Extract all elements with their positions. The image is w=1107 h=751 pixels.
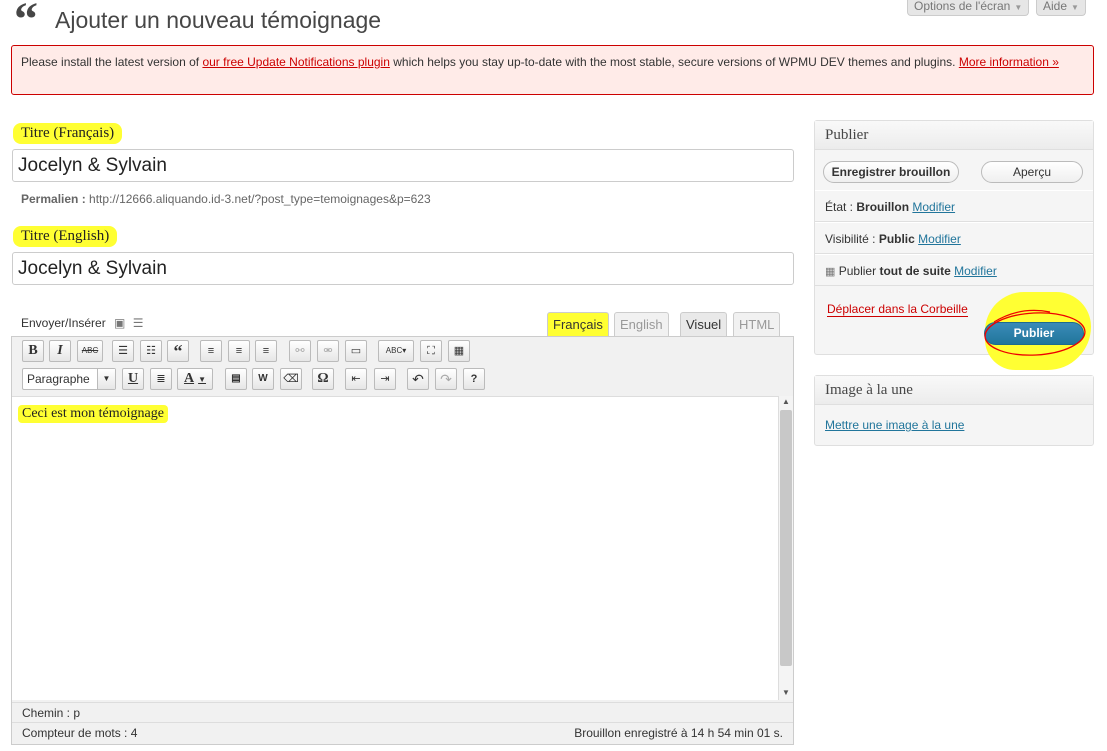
upload-label: Envoyer/Insérer (21, 316, 106, 330)
visibility-row: Visibilité : Public Modifier (815, 222, 1093, 254)
chevron-down-icon: ▼ (1014, 3, 1023, 12)
bold-button[interactable]: B (22, 340, 44, 362)
help-tab[interactable]: Aide ▼ (1036, 0, 1086, 16)
visibility-edit-link[interactable]: Modifier (918, 232, 961, 246)
path-value[interactable]: p (73, 706, 80, 720)
title-en-input[interactable]: Jocelyn & Sylvain (12, 252, 794, 285)
editor-content[interactable]: Ceci est mon témoignage (12, 396, 778, 700)
bullet-list-button[interactable]: ☰ (112, 340, 134, 362)
italic-button[interactable]: I (49, 340, 71, 362)
editor-text: Ceci est mon témoignage (18, 405, 168, 423)
screen-options-label: Options de l'écran (914, 0, 1011, 13)
schedule-row: ▦ Publier tout de suite Modifier (815, 254, 1093, 286)
preview-button[interactable]: Aperçu (981, 161, 1083, 183)
add-form-icon[interactable]: ☰ (133, 316, 144, 330)
underline-button[interactable]: U (122, 368, 144, 390)
link-button[interactable]: ⚯ (289, 340, 311, 362)
status-value: Brouillon (856, 200, 910, 214)
kitchen-sink-button[interactable]: ▦ (448, 340, 470, 362)
editor-footer: Compteur de mots : 4 Brouillon enregistr… (12, 722, 793, 742)
permalink-label: Permalien : (21, 192, 86, 206)
align-left-button[interactable]: ≡ (200, 340, 222, 362)
status-edit-link[interactable]: Modifier (912, 200, 955, 214)
chevron-down-icon: ▼ (198, 375, 207, 384)
scroll-thumb[interactable] (780, 410, 792, 666)
align-center-button[interactable]: ≡ (228, 340, 250, 362)
autosave-status: Brouillon enregistré à 14 h 54 min 01 s. (574, 726, 783, 740)
chevron-down-icon: ▼ (1071, 3, 1079, 12)
permalink-url: http://12666.aliquando.id-3.net/?post_ty… (89, 192, 431, 206)
special-char-button[interactable]: Ω (312, 368, 334, 390)
chevron-down-icon: ▼ (97, 369, 115, 389)
permalink: Permalien : http://12666.aliquando.id-3.… (21, 192, 431, 206)
set-featured-image-link[interactable]: Mettre une image à la une (825, 418, 964, 432)
redo-button[interactable]: ↷ (435, 368, 457, 390)
red-circle-annotation (984, 309, 1086, 356)
trash-link[interactable]: Déplacer dans la Corbeille (827, 302, 968, 317)
schedule-label: Publier (838, 264, 877, 278)
update-notice: Please install the latest version of our… (11, 45, 1094, 95)
notice-text: Please install the latest version of (21, 55, 203, 69)
more-tag-button[interactable]: ▭ (345, 340, 367, 362)
strikethrough-button[interactable]: ABC (77, 340, 103, 362)
visibility-label: Visibilité : (825, 232, 876, 246)
calendar-icon: ▦ (825, 266, 836, 278)
visibility-value: Public (878, 232, 915, 246)
help-button[interactable]: ? (463, 368, 485, 390)
editor-scrollbar[interactable]: ▲ ▼ (778, 396, 793, 700)
schedule-value: tout de suite (879, 264, 951, 278)
justify-button[interactable]: ≣ (150, 368, 172, 390)
schedule-edit-link[interactable]: Modifier (954, 264, 997, 278)
blockquote-button[interactable]: “ (167, 340, 189, 362)
path-label: Chemin : (22, 706, 71, 720)
notice-plugin-link[interactable]: our free Update Notifications plugin (202, 55, 389, 69)
page-title: Ajouter un nouveau témoignage (55, 7, 382, 33)
status-label: État : (825, 200, 854, 214)
scroll-up-icon[interactable]: ▲ (779, 397, 793, 406)
notice-more-link[interactable]: More information » (959, 55, 1059, 69)
notice-text-after: which helps you stay up-to-date with the… (389, 55, 959, 69)
tab-lang-english[interactable]: English (614, 312, 669, 336)
indent-button[interactable]: ⇥ (374, 368, 396, 390)
quote-icon: “ (14, 0, 38, 46)
featured-image-title: Image à la une (815, 376, 1093, 405)
undo-button[interactable]: ↶ (407, 368, 429, 390)
numbered-list-button[interactable]: ☷ (140, 340, 162, 362)
text-color-button[interactable]: A ▼ (177, 368, 213, 390)
screen-options-tab[interactable]: Options de l'écran ▼ (907, 0, 1030, 16)
publish-box-title: Publier (815, 121, 1093, 150)
media-buttons: Envoyer/Insérer ▣ ☰ (21, 316, 144, 330)
title-fr-label: Titre (Français) (13, 123, 123, 144)
scroll-down-icon[interactable]: ▼ (779, 688, 793, 697)
word-count: Compteur de mots : 4 (22, 726, 138, 740)
paste-text-button[interactable]: ▤ (225, 368, 247, 390)
format-select-value: Paragraphe (27, 372, 90, 386)
unlink-button[interactable]: ⚮ (317, 340, 339, 362)
status-row: État : Brouillon Modifier (815, 190, 1093, 222)
add-media-icon[interactable]: ▣ (114, 316, 125, 330)
spellcheck-button[interactable]: ABC▾ (378, 340, 414, 362)
help-label: Aide (1043, 0, 1068, 13)
fullscreen-button[interactable]: ⛶ (420, 340, 442, 362)
tab-lang-francais[interactable]: Français (547, 312, 609, 336)
editor-path: Chemin : p (12, 702, 793, 722)
save-draft-button[interactable]: Enregistrer brouillon (823, 161, 959, 183)
clear-formatting-button[interactable]: ⌫ (280, 368, 302, 390)
tab-visual[interactable]: Visuel (680, 312, 728, 336)
tab-html[interactable]: HTML (733, 312, 781, 336)
title-fr-input[interactable]: Jocelyn & Sylvain (12, 149, 794, 182)
format-select[interactable]: Paragraphe ▼ (22, 368, 116, 390)
outdent-button[interactable]: ⇤ (345, 368, 367, 390)
title-en-label: Titre (English) (13, 226, 118, 247)
align-right-button[interactable]: ≡ (255, 340, 277, 362)
paste-word-button[interactable]: W (252, 368, 274, 390)
